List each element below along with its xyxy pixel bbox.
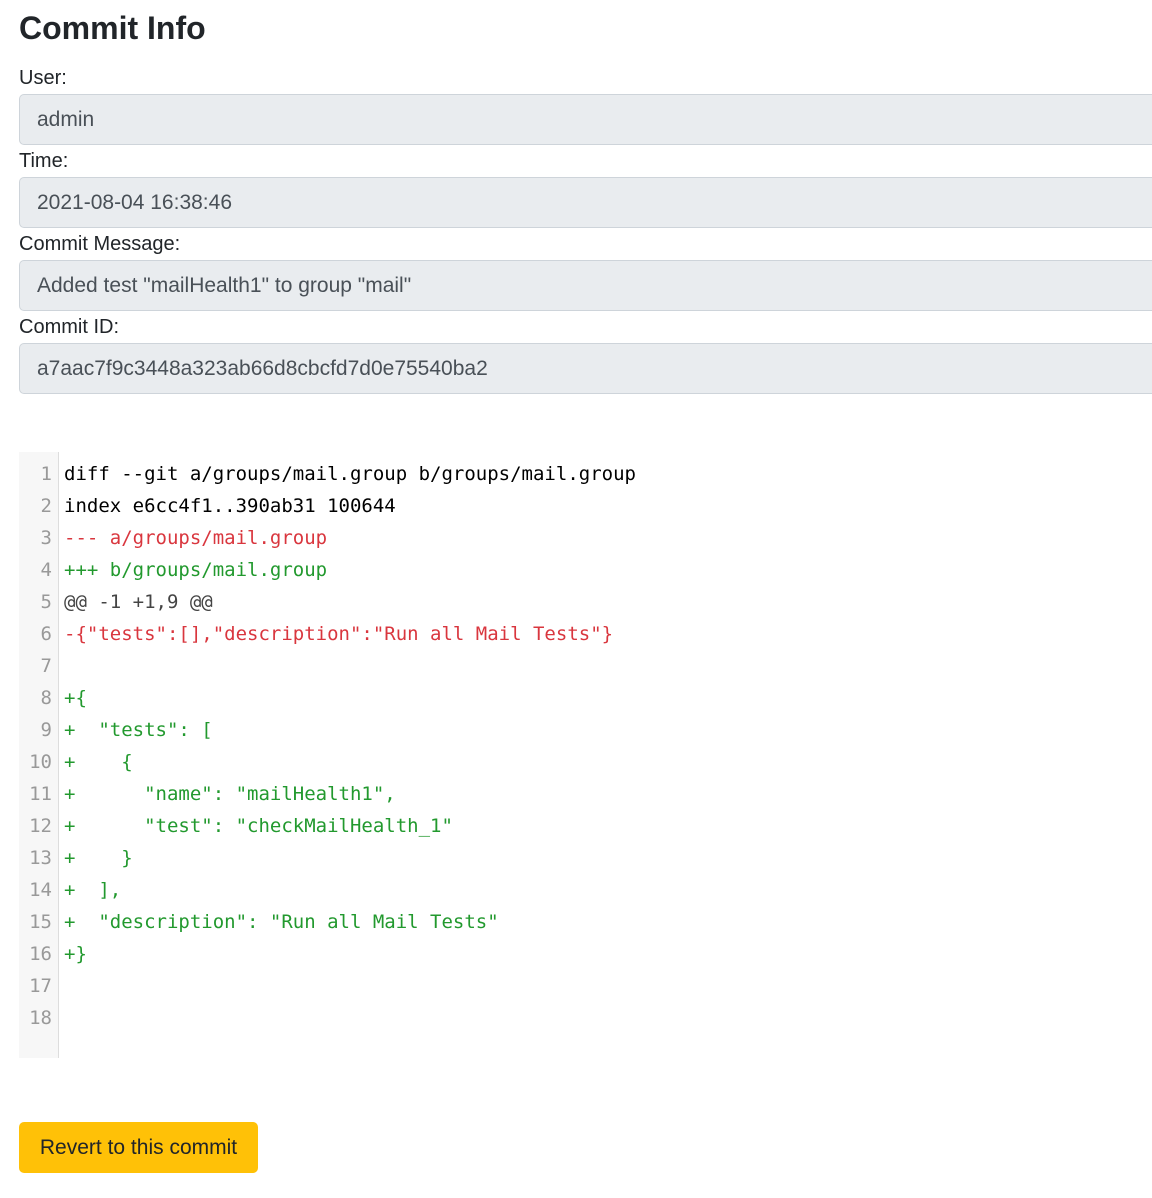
diff-line xyxy=(64,1002,636,1034)
user-label: User: xyxy=(19,67,67,89)
diff-line xyxy=(64,650,636,682)
user-field[interactable]: admin xyxy=(19,94,1152,145)
diff-line: + } xyxy=(64,847,133,869)
diff-line: +++ b/groups/mail.group xyxy=(64,559,328,581)
time-label: Time: xyxy=(19,150,69,172)
line-number: 5 xyxy=(40,591,52,613)
line-number: 4 xyxy=(40,559,52,581)
diff-line: -{"tests":[],"description":"Run all Mail… xyxy=(64,623,614,645)
line-number: 17 xyxy=(29,975,52,997)
diff-line xyxy=(64,970,636,1002)
diff-line: + "description": "Run all Mail Tests" xyxy=(64,911,499,933)
commit-info-panel: Commit Info User: admin Time: 2021-08-04… xyxy=(19,0,1152,396)
diff-line: + { xyxy=(64,751,133,773)
line-number: 1 xyxy=(40,463,52,485)
revert-button[interactable]: Revert to this commit xyxy=(19,1122,258,1173)
line-number: 8 xyxy=(40,687,52,709)
diff-line: --- a/groups/mail.group xyxy=(64,527,328,549)
line-number: 6 xyxy=(40,623,52,645)
diff-line: +{ xyxy=(64,687,87,709)
diff-viewer[interactable]: 1 2 3 4 5 6 7 8 9 10 11 12 13 14 15 16 17 18 diff --git a… xyxy=(19,452,1152,1058)
line-number: 2 xyxy=(40,495,52,517)
line-number: 11 xyxy=(29,783,52,805)
line-number: 13 xyxy=(29,847,52,869)
diff-line: + "name": "mailHealth1", xyxy=(64,783,396,805)
diff-line: + "tests": [ xyxy=(64,719,213,741)
line-number: 3 xyxy=(40,527,52,549)
line-number: 15 xyxy=(29,911,52,933)
diff-line: + ], xyxy=(64,879,122,901)
line-number: 14 xyxy=(29,879,52,901)
line-number: 9 xyxy=(40,719,52,741)
diff-code[interactable]: diff --git a/groups/mail.group b/groups/… xyxy=(59,452,636,1058)
line-number: 12 xyxy=(29,815,52,837)
line-number: 18 xyxy=(29,1007,52,1029)
line-number: 7 xyxy=(40,655,52,677)
time-field[interactable]: 2021-08-04 16:38:46 xyxy=(19,177,1152,228)
commit-id-label: Commit ID: xyxy=(19,316,119,338)
diff-line: index e6cc4f1..390ab31 100644 xyxy=(64,495,396,517)
diff-line: +} xyxy=(64,943,87,965)
diff-line: @@ -1 +1,9 @@ xyxy=(64,591,213,613)
commit-id-field[interactable]: a7aac7f9c3448a323ab66d8cbcfd7d0e75540ba2 xyxy=(19,343,1152,394)
page-title: Commit Info xyxy=(19,10,206,46)
diff-line: diff --git a/groups/mail.group b/groups/… xyxy=(64,463,636,485)
commit-message-label: Commit Message: xyxy=(19,233,181,255)
commit-message-field[interactable]: Added test "mailHealth1" to group "mail" xyxy=(19,260,1152,311)
line-number-gutter: 1 2 3 4 5 6 7 8 9 10 11 12 13 14 15 16 17 18 xyxy=(19,452,59,1058)
line-number: 16 xyxy=(29,943,52,965)
line-number: 10 xyxy=(29,751,52,773)
diff-line: + "test": "checkMailHealth_1" xyxy=(64,815,453,837)
